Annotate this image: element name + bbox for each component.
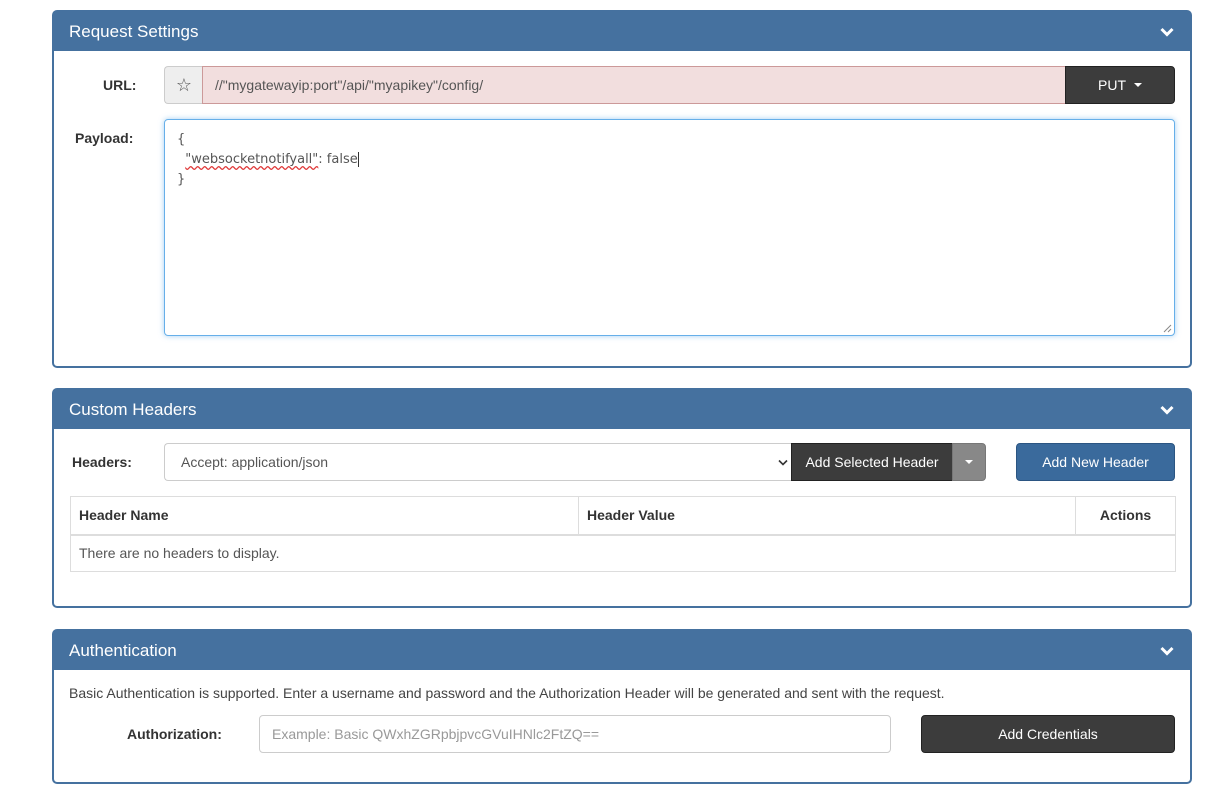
table-header-row: Header Name Header Value Actions — [70, 496, 1176, 536]
column-header-value: Header Value — [578, 496, 1076, 536]
url-label: URL: — [103, 77, 137, 93]
caret-down-icon — [965, 460, 973, 464]
column-actions: Actions — [1075, 496, 1176, 536]
authentication-description: Basic Authentication is supported. Enter… — [69, 685, 945, 701]
payload-line-3: } — [177, 172, 186, 187]
authentication-header[interactable]: Authentication — [54, 631, 1190, 670]
headers-table: Header Name Header Value Actions There a… — [70, 496, 1176, 572]
request-settings-header[interactable]: Request Settings — [54, 12, 1190, 51]
header-select[interactable]: Accept: application/json — [164, 443, 792, 481]
column-header-name: Header Name — [70, 496, 579, 536]
payload-line-1: { — [177, 132, 186, 147]
panel-title: Request Settings — [69, 22, 199, 41]
method-label: PUT — [1098, 77, 1126, 93]
payload-textarea[interactable]: { "websocketnotifyall": false } — [164, 119, 1175, 336]
authorization-input[interactable]: Example: Basic QWxhZGRpbjpvcGVuIHNlc2FtZ… — [259, 715, 891, 753]
panel-title: Custom Headers — [69, 400, 197, 419]
payload-label: Payload: — [75, 130, 134, 146]
chevron-down-icon — [778, 444, 788, 480]
add-credentials-button[interactable]: Add Credentials — [921, 715, 1175, 753]
empty-headers-message: There are no headers to display. — [70, 534, 1176, 572]
authorization-label: Authorization: — [127, 726, 222, 742]
caret-down-icon — [1134, 83, 1142, 87]
custom-headers-panel: Custom Headers Headers: Accept: applicat… — [52, 388, 1192, 608]
resize-grip-icon[interactable] — [1163, 324, 1172, 333]
custom-headers-header[interactable]: Custom Headers — [54, 390, 1190, 429]
method-dropdown-button[interactable]: PUT — [1065, 66, 1175, 104]
payload-value: : false — [318, 152, 358, 167]
star-icon[interactable]: ☆ — [164, 66, 203, 104]
authentication-panel: Authentication Basic Authentication is s… — [52, 629, 1192, 784]
add-new-header-button[interactable]: Add New Header — [1016, 443, 1175, 481]
chevron-down-icon[interactable] — [1160, 12, 1174, 51]
add-selected-header-dropdown[interactable] — [952, 443, 986, 481]
table-row: There are no headers to display. — [70, 534, 1176, 572]
add-selected-header-button[interactable]: Add Selected Header — [791, 443, 953, 481]
chevron-down-icon[interactable] — [1160, 631, 1174, 670]
headers-label: Headers: — [72, 454, 132, 470]
url-input[interactable]: //"mygatewayip:port"/api/"myapikey"/conf… — [202, 66, 1066, 104]
selected-header-value: Accept: application/json — [181, 454, 329, 470]
payload-key: "websocketnotifyall" — [185, 152, 319, 167]
text-cursor — [357, 152, 359, 167]
panel-title: Authentication — [69, 641, 177, 660]
chevron-down-icon[interactable] — [1160, 390, 1174, 429]
request-settings-panel: Request Settings URL: ☆ //"mygatewayip:p… — [52, 10, 1192, 368]
